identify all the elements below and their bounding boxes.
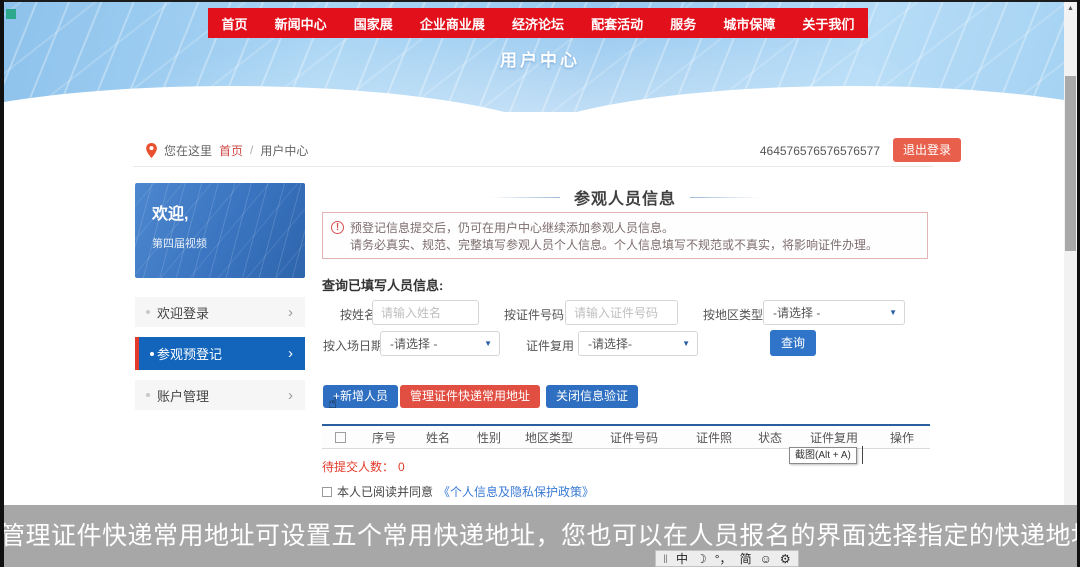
sidebar-item-label: 参观预登记 — [157, 344, 222, 363]
location-pin-icon — [146, 143, 157, 158]
pending-count: 待提交人数： 0 — [322, 458, 405, 475]
sidebar-item-label: 欢迎登录 — [157, 303, 209, 322]
agreement-text: 本人已阅读并同意 — [337, 483, 433, 500]
mouse-cursor-icon: ☝ — [328, 394, 337, 412]
nav-item[interactable]: 经济论坛 — [512, 14, 564, 33]
gear-icon[interactable]: ⚙ — [780, 553, 791, 565]
nav-item[interactable]: 国家展 — [354, 14, 393, 33]
region-select-value: -请选择 - — [773, 304, 820, 321]
screenshot-tooltip: 截图(Alt + A) — [789, 447, 857, 464]
privacy-policy-link[interactable]: 《个人信息及隐私保护政策》 — [438, 483, 594, 500]
chevron-down-icon: ▼ — [682, 339, 690, 348]
section-title-text: 参观人员信息 — [574, 185, 676, 209]
user-center-page: 用户中心 首页新闻中心国家展企业商业展经济论坛配套活动服务城市保障关于我们 ▲ … — [0, 0, 1080, 567]
divider — [133, 166, 933, 167]
entry-date-filter-label: 按入场日期 — [323, 337, 383, 354]
breadcrumb: 您在这里 首页 / 用户中心 — [146, 141, 308, 159]
search-button[interactable]: 查询 — [770, 330, 816, 356]
close-verification-button[interactable]: 关闭信息验证 — [546, 385, 638, 408]
column-header: 性别 — [466, 429, 512, 446]
main-navigation: 首页 新闻中心 国家展 企业商业展 经济论坛 配套活动 服务 城市保障 关于我们 — [208, 8, 868, 38]
nav-item[interactable]: 配套活动 — [591, 14, 643, 33]
chevron-right-icon: › — [288, 388, 293, 403]
nav-item[interactable]: 新闻中心 — [275, 14, 327, 33]
cert-reuse-select-value: -请选择- — [588, 335, 632, 352]
cert-reuse-filter-label: 证件复用 — [526, 337, 574, 354]
welcome-card-photo — [135, 183, 305, 278]
chevron-right-icon: › — [288, 305, 293, 320]
notice-line-1: 预登记信息提交后，仍可在用户中心继续添加参观人员信息。 — [350, 220, 917, 237]
welcome-greeting: 欢迎, — [152, 200, 188, 224]
pending-count-label: 待提交人数： — [322, 460, 394, 474]
name-filter-label: 按姓名 — [340, 306, 376, 323]
moon-fullwidth-icon[interactable]: ☽ — [696, 553, 707, 565]
notice-line-2: 请务必真实、规范、完整填写参观人员个人信息。个人信息填写不规范或不真实，将影响证… — [350, 237, 917, 254]
manage-address-button[interactable]: 管理证件快递常用地址 — [400, 385, 540, 408]
text-cursor — [862, 446, 863, 464]
column-header: 证件复用 — [794, 429, 874, 446]
welcome-subtitle: 第四届视频 — [152, 235, 207, 251]
column-header: 序号 — [358, 429, 410, 446]
region-filter-label: 按地区类型 — [703, 306, 763, 323]
sidebar-menu-item[interactable]: 账户管理 › — [135, 380, 305, 410]
ime-charset-simplified[interactable]: 简 — [740, 553, 752, 565]
sidebar-item-label: 账户管理 — [157, 386, 209, 405]
sidebar-menu-item[interactable]: 欢迎登录 › — [135, 297, 305, 327]
query-section-label: 查询已填写人员信息: — [322, 275, 443, 294]
column-header: 操作 — [874, 429, 930, 446]
breadcrumb-here-label: 您在这里 — [164, 142, 212, 159]
scrollbar-up-arrow-icon[interactable]: ▲ — [1064, 5, 1077, 12]
region-select[interactable]: -请选择 - ▼ — [763, 300, 905, 325]
ime-toolbar: ‖ 中 ☽ °， 简 ☺ ⚙ — [655, 550, 799, 567]
scrollbar-thumb[interactable] — [1065, 76, 1076, 251]
user-number: 464576576576576577 — [690, 144, 880, 158]
agreement-checkbox[interactable] — [322, 487, 332, 497]
chevron-down-icon: ▼ — [889, 308, 897, 317]
nav-item[interactable]: 城市保障 — [723, 14, 775, 33]
chevron-down-icon: ▼ — [484, 339, 492, 348]
nav-item[interactable]: 关于我们 — [802, 14, 854, 33]
column-header: 地区类型 — [512, 429, 586, 446]
breadcrumb-current: 用户中心 — [260, 142, 308, 159]
cert-reuse-select[interactable]: -请选择- ▼ — [578, 331, 698, 356]
sidebar-menu-item[interactable]: 参观预登记 › — [135, 337, 305, 370]
entry-date-select[interactable]: -请选择 - ▼ — [380, 331, 500, 356]
ime-punctuation-mode[interactable]: °， — [715, 553, 732, 565]
recording-indicator — [6, 9, 16, 19]
sidebar-menu: 欢迎登录 › 参观预登记 › 账户管理 › — [135, 297, 305, 420]
breadcrumb-home-link[interactable]: 首页 — [219, 142, 243, 159]
agreement-row: 本人已阅读并同意 《个人信息及隐私保护政策》 — [322, 483, 594, 500]
nav-item[interactable]: 首页 — [222, 14, 248, 33]
logout-button[interactable]: 退出登录 — [893, 138, 961, 162]
nav-item[interactable]: 服务 — [670, 14, 696, 33]
breadcrumb-separator: / — [250, 143, 253, 157]
subtitle-text: 管理证件快递常用地址可设置五个常用快递地址，您也可以在人员报名的界面选择指定的快… — [0, 523, 1080, 550]
pending-count-value: 0 — [398, 460, 405, 474]
notice-box: ! 预登记信息提交后，仍可在用户中心继续添加参观人员信息。 请务必真实、规范、完… — [322, 212, 928, 259]
id-number-input[interactable] — [565, 300, 678, 325]
ime-language-mode[interactable]: 中 — [676, 553, 688, 565]
people-table-header: 序号姓名性别地区类型证件号码证件照状态证件复用操作 — [322, 424, 930, 449]
name-input[interactable] — [372, 300, 479, 325]
column-header: 姓名 — [410, 429, 466, 446]
page-title: 用户中心 — [0, 46, 1080, 71]
column-header: 证件照 — [682, 429, 746, 446]
video-subtitle-bar: 管理证件快递常用地址可设置五个常用快递地址，您也可以在人员报名的界面选择指定的快… — [0, 505, 1080, 567]
column-header: 状态 — [746, 429, 794, 446]
id-number-filter-label: 按证件号码 — [504, 306, 564, 323]
entry-date-select-value: -请选择 - — [390, 335, 437, 352]
select-all-checkbox[interactable] — [335, 432, 346, 443]
column-header: 证件号码 — [586, 429, 682, 446]
scrollbar[interactable]: ▲ — [1064, 0, 1077, 505]
nav-item[interactable]: 企业商业展 — [420, 14, 485, 33]
info-alert-icon: ! — [331, 221, 344, 234]
frame-edge-left — [0, 0, 4, 567]
ime-drag-handle[interactable]: ‖ — [663, 553, 668, 565]
section-title: 参观人员信息 — [320, 185, 930, 209]
frame-edge-top — [0, 0, 1080, 2]
chevron-right-icon: › — [288, 346, 293, 361]
emoji-icon[interactable]: ☺ — [760, 553, 772, 565]
welcome-card: 欢迎, 第四届视频 — [135, 183, 305, 278]
